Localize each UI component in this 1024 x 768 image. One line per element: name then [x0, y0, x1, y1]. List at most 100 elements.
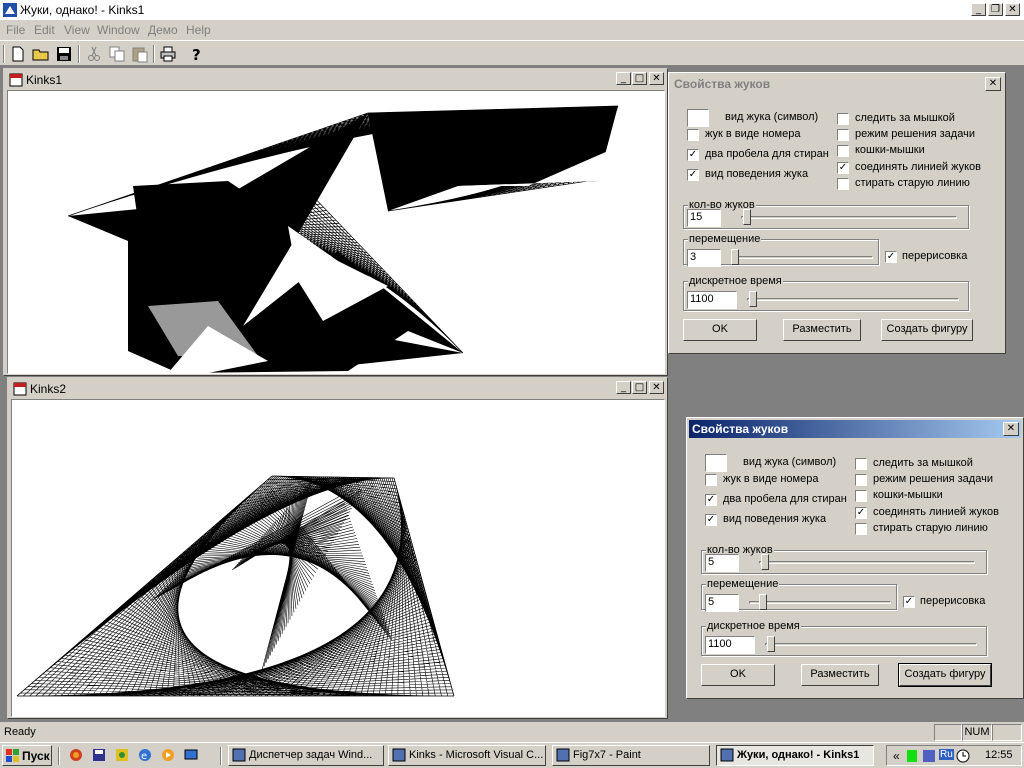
ok-button[interactable]: OK — [683, 319, 757, 341]
cut-icon[interactable] — [84, 44, 104, 64]
bug-properties-dialog-2[interactable]: Свойства жуков ✕ вид жука (символ) жук в ви… — [686, 417, 1024, 699]
child-title-bar[interactable]: Kinks2 _ □ ✕ — [10, 380, 665, 398]
discrete-time-slider[interactable] — [767, 636, 775, 652]
print-icon[interactable] — [158, 44, 178, 64]
browser-icon[interactable] — [68, 747, 84, 763]
child-minimize-button[interactable]: _ — [616, 381, 631, 394]
taskbar-button[interactable]: Kinks - Microsoft Visual C... — [388, 745, 546, 766]
place-button[interactable]: Разместить — [801, 664, 879, 686]
discrete-time-field[interactable]: 1100 — [705, 636, 755, 654]
checkbox-right-2[interactable] — [837, 145, 849, 157]
create-figure-button[interactable]: Создать фигуру — [881, 319, 973, 341]
taskbar-button[interactable]: Диспетчер задач Wind... — [228, 745, 384, 766]
bug-count-field[interactable]: 5 — [705, 554, 739, 572]
discrete-time-field[interactable]: 1100 — [687, 291, 737, 309]
save-disk-icon[interactable] — [91, 747, 107, 763]
menu-demo[interactable]: Демо — [148, 23, 178, 37]
display-icon[interactable] — [923, 750, 935, 762]
menu-file[interactable]: File — [6, 23, 25, 37]
child-window-kinks2[interactable]: Kinks2 _ □ ✕ — [7, 377, 668, 719]
checkbox-left-3[interactable]: ✓ — [705, 514, 717, 526]
save-icon[interactable] — [54, 44, 74, 64]
redraw-checkbox[interactable]: ✓ — [885, 251, 897, 263]
checkbox-right-1[interactable] — [837, 129, 849, 141]
checkbox-right-4[interactable] — [855, 523, 867, 535]
menu-edit[interactable]: Edit — [34, 23, 55, 37]
checkbox-right-0[interactable] — [855, 458, 867, 470]
child-maximize-button[interactable]: □ — [632, 72, 647, 85]
create-figure-button[interactable]: Создать фигуру — [898, 663, 992, 687]
redraw-label: перерисовка — [920, 595, 986, 607]
dialog-close-button[interactable]: ✕ — [1003, 422, 1019, 436]
checkbox-right-3[interactable]: ✓ — [837, 162, 849, 174]
dialog-title-bar[interactable]: Свойства жуков ✕ — [689, 420, 1021, 438]
menu-view[interactable]: View — [64, 23, 90, 37]
checkbox-left-1[interactable] — [705, 474, 717, 486]
checkbox-left-3[interactable]: ✓ — [687, 169, 699, 181]
movement-slider[interactable] — [759, 594, 767, 610]
close-button[interactable]: ✕ — [1005, 3, 1020, 16]
drawing-canvas[interactable] — [7, 90, 665, 374]
bug-count-slider-track — [759, 561, 975, 564]
checkbox-right-0[interactable] — [837, 113, 849, 125]
restore-button[interactable]: ❐ — [988, 3, 1003, 16]
network-status-icon[interactable] — [907, 750, 917, 762]
discrete-time-slider[interactable] — [749, 291, 757, 307]
taskbar-button[interactable]: Жуки, однако! - Kinks1 — [716, 745, 874, 766]
checkbox-right-1[interactable] — [855, 474, 867, 486]
clock-icon[interactable] — [956, 749, 970, 763]
checkbox-right-3[interactable]: ✓ — [855, 507, 867, 519]
movement-slider[interactable] — [731, 249, 739, 265]
player-icon[interactable] — [160, 747, 176, 763]
child-close-button[interactable]: ✕ — [649, 72, 664, 85]
desktop-icon[interactable] — [183, 747, 199, 763]
discrete-time-slider-track — [747, 298, 959, 301]
checkbox-left-1[interactable] — [687, 129, 699, 141]
start-button[interactable]: Пуск — [2, 745, 52, 766]
menu-bar: File Edit View Window Демо Help — [0, 20, 1024, 39]
checkbox-right-label: стирать старую линию — [855, 177, 970, 189]
clock[interactable]: 12:55 — [985, 749, 1013, 761]
start-label: Пуск — [22, 749, 50, 763]
bug-count-field[interactable]: 15 — [687, 209, 721, 227]
internet-explorer-icon[interactable]: e — [137, 747, 153, 763]
copy-icon[interactable] — [107, 44, 127, 64]
checkbox-left-2[interactable]: ✓ — [705, 494, 717, 506]
menu-window[interactable]: Window — [97, 23, 140, 37]
bug-properties-dialog-1[interactable]: Свойства жуков ✕ вид жука (символ) жук в ви… — [668, 72, 1006, 354]
toolbar: ? — [0, 40, 1024, 66]
tray-expand-icon[interactable]: « — [893, 749, 900, 763]
bug-symbol-input[interactable] — [705, 454, 727, 472]
bug-count-slider[interactable] — [743, 209, 751, 225]
language-indicator[interactable]: Ru — [939, 749, 954, 760]
minimize-button[interactable]: _ — [971, 3, 986, 16]
movement-label: перемещение — [706, 578, 780, 590]
menu-help[interactable]: Help — [186, 23, 211, 37]
movement-field[interactable]: 3 — [687, 249, 721, 267]
place-button[interactable]: Разместить — [783, 319, 861, 341]
bug-symbol-input[interactable] — [687, 109, 709, 127]
redraw-checkbox[interactable]: ✓ — [903, 596, 915, 608]
media-icon[interactable] — [114, 747, 130, 763]
open-folder-icon[interactable] — [31, 44, 51, 64]
child-title-bar[interactable]: Kinks1 _ □ ✕ — [6, 71, 665, 89]
drawing-canvas[interactable] — [11, 399, 665, 717]
dialog-title-bar[interactable]: Свойства жуков ✕ — [671, 75, 1003, 93]
ok-button[interactable]: OK — [701, 664, 775, 686]
help-icon[interactable]: ? — [186, 44, 206, 64]
app-title-bar[interactable]: Жуки, однако! - Kinks1 _ ❐ ✕ — [0, 0, 1024, 20]
dialog-close-button[interactable]: ✕ — [985, 77, 1001, 91]
child-window-kinks1[interactable]: Kinks1 _ □ ✕ — [3, 68, 668, 376]
child-close-button[interactable]: ✕ — [649, 381, 664, 394]
system-tray: « Ru 12:55 — [886, 745, 1022, 766]
checkbox-right-4[interactable] — [837, 178, 849, 190]
child-maximize-button[interactable]: □ — [632, 381, 647, 394]
movement-field[interactable]: 5 — [705, 594, 739, 612]
bug-count-slider[interactable] — [761, 554, 769, 570]
taskbar-button[interactable]: Fig7x7 - Paint — [552, 745, 710, 766]
paste-icon[interactable] — [130, 44, 150, 64]
new-file-icon[interactable] — [8, 44, 28, 64]
child-minimize-button[interactable]: _ — [616, 72, 631, 85]
checkbox-right-2[interactable] — [855, 490, 867, 502]
checkbox-left-2[interactable]: ✓ — [687, 149, 699, 161]
